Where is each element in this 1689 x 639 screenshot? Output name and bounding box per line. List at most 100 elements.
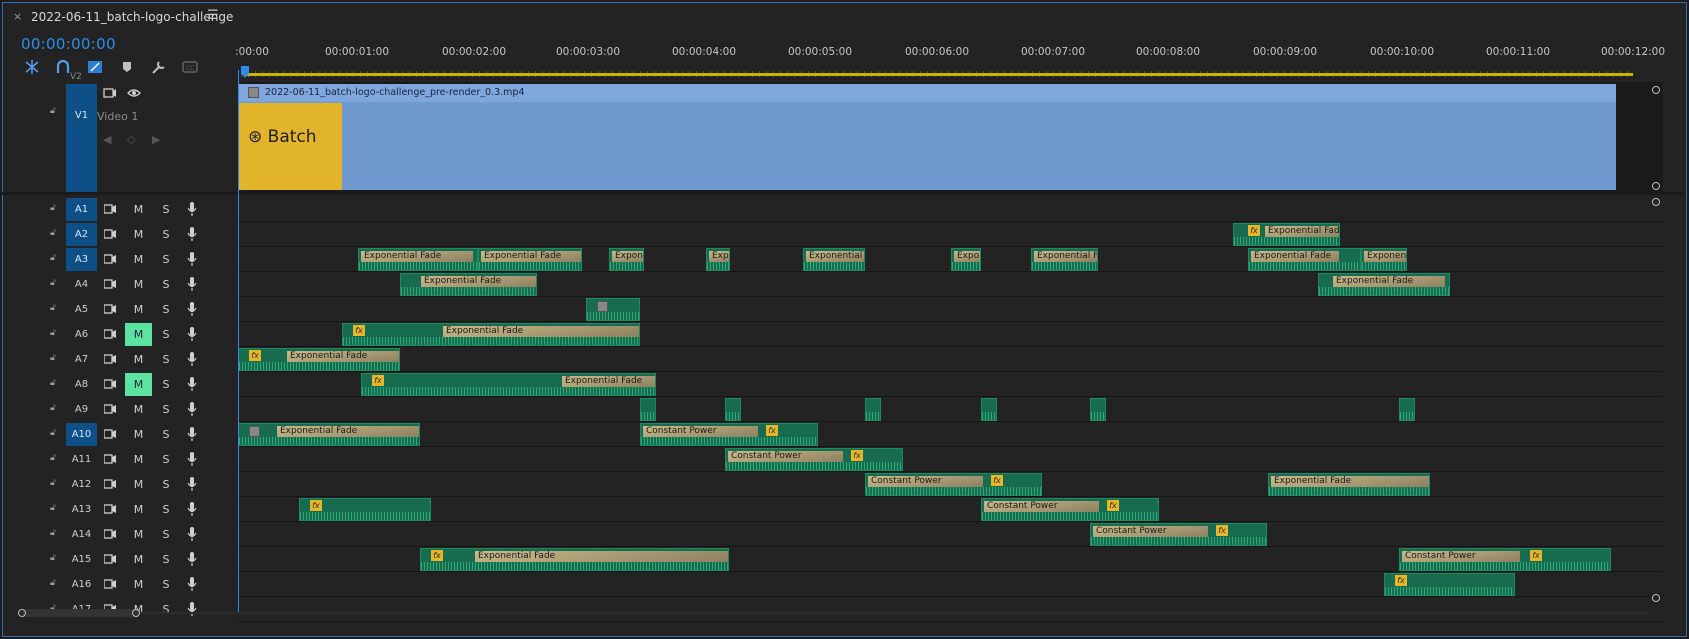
audio-clip[interactable]: fx Exponential Fade bbox=[420, 548, 729, 571]
microphone-icon[interactable] bbox=[187, 377, 197, 392]
mute-button[interactable]: M bbox=[125, 223, 152, 246]
track-target-a14[interactable]: A14 bbox=[66, 523, 97, 546]
track-target-a1[interactable]: A1 bbox=[66, 198, 97, 221]
exponential-fade-transition[interactable]: Exponential Fade bbox=[361, 251, 473, 262]
audio-clip[interactable]: Exponential Fade bbox=[1248, 248, 1361, 271]
track-target-a9[interactable]: A9 bbox=[66, 398, 97, 421]
scroll-thumb[interactable] bbox=[22, 609, 138, 617]
solo-button[interactable]: S bbox=[159, 498, 173, 521]
audio-clip[interactable] bbox=[1399, 398, 1415, 421]
mute-button[interactable]: M bbox=[125, 398, 152, 421]
audio-clip[interactable]: Constant Power fx bbox=[865, 473, 1042, 496]
prev-keyframe-icon[interactable]: ◀ bbox=[103, 133, 111, 146]
audio-clip[interactable]: Exponential Fa bbox=[1031, 248, 1098, 271]
microphone-icon[interactable] bbox=[187, 477, 197, 492]
track-target-a11[interactable]: A11 bbox=[66, 448, 97, 471]
zoom-handle-right[interactable] bbox=[132, 609, 140, 617]
audio-clip[interactable]: fx bbox=[299, 498, 431, 521]
sync-lock-icon[interactable] bbox=[104, 328, 116, 340]
fx-badge-icon[interactable]: fx bbox=[1248, 225, 1260, 236]
insert-overwrite-icon[interactable] bbox=[86, 59, 104, 75]
exponential-fade-transition[interactable]: Expo bbox=[709, 251, 729, 262]
sequence-tab-title[interactable]: 2022-06-11_batch-logo-challenge bbox=[31, 10, 233, 24]
fx-badge-icon[interactable]: fx bbox=[249, 350, 261, 361]
fx-badge-icon[interactable]: fx bbox=[1530, 550, 1542, 561]
solo-button[interactable]: S bbox=[159, 273, 173, 296]
captions-icon[interactable]: CC bbox=[181, 59, 199, 75]
audio-clip[interactable]: Expo bbox=[706, 248, 730, 271]
audio-clip[interactable]: Expone bbox=[951, 248, 981, 271]
track-target-a15[interactable]: A15 bbox=[66, 548, 97, 571]
exponential-fade-transition[interactable]: Exponential Fade bbox=[277, 426, 419, 437]
microphone-icon[interactable] bbox=[187, 277, 197, 292]
mute-button[interactable]: M bbox=[125, 573, 152, 596]
solo-button[interactable]: S bbox=[159, 548, 173, 571]
microphone-icon[interactable] bbox=[187, 452, 197, 467]
mute-button[interactable]: M bbox=[125, 273, 152, 296]
solo-button[interactable]: S bbox=[159, 223, 173, 246]
fx-badge-icon[interactable]: fx bbox=[851, 450, 863, 461]
video-scroll-bottom[interactable] bbox=[1652, 182, 1660, 190]
solo-button[interactable]: S bbox=[159, 348, 173, 371]
audio-clip[interactable]: fx bbox=[1384, 573, 1515, 596]
sync-lock-icon[interactable] bbox=[104, 453, 116, 465]
constant-power-transition[interactable]: Constant Power bbox=[984, 501, 1099, 512]
microphone-icon[interactable] bbox=[187, 252, 197, 267]
audio-clip[interactable]: Exponential Fade bbox=[358, 248, 478, 271]
microphone-icon[interactable] bbox=[187, 527, 197, 542]
lock-icon[interactable]: 🔓︎ bbox=[50, 454, 58, 463]
microphone-icon[interactable] bbox=[187, 402, 197, 417]
next-keyframe-icon[interactable]: ▶ bbox=[152, 133, 160, 146]
microphone-icon[interactable] bbox=[187, 427, 197, 442]
audio-clip[interactable] bbox=[865, 398, 881, 421]
playhead-timecode[interactable]: 00:00:00:00 bbox=[21, 35, 116, 53]
audio-clip[interactable] bbox=[640, 398, 656, 421]
sync-lock-icon[interactable] bbox=[104, 278, 116, 290]
audio-clip[interactable]: Constant Power fx bbox=[640, 423, 818, 446]
constant-power-transition[interactable]: Constant Power bbox=[728, 451, 843, 462]
audio-clip[interactable]: Exponential Fade bbox=[1318, 273, 1450, 296]
microphone-icon[interactable] bbox=[187, 552, 197, 567]
lock-icon[interactable]: 🔓︎ bbox=[50, 204, 58, 213]
mute-button[interactable]: M bbox=[125, 448, 152, 471]
audio-clip[interactable]: Constant Power fx bbox=[981, 498, 1159, 521]
lock-icon[interactable]: 🔓︎ bbox=[50, 254, 58, 263]
zoom-handle-left[interactable] bbox=[18, 609, 26, 617]
track-name-video-1[interactable]: Video 1 bbox=[97, 110, 138, 123]
snap-icon[interactable] bbox=[23, 59, 41, 75]
solo-button[interactable]: S bbox=[159, 373, 173, 396]
sync-lock-icon[interactable] bbox=[104, 478, 116, 490]
settings-icon[interactable] bbox=[150, 59, 168, 75]
track-target-a12[interactable]: A12 bbox=[66, 473, 97, 496]
solo-button[interactable]: S bbox=[159, 573, 173, 596]
lock-icon[interactable]: 🔓︎ bbox=[50, 304, 58, 313]
audio-clip[interactable]: Exponential Fade bbox=[238, 423, 420, 446]
audio-clip[interactable]: Exponential Fade bbox=[1268, 473, 1430, 496]
track-target-a3[interactable]: A3 bbox=[66, 248, 97, 271]
exponential-fade-transition[interactable]: Exponential Fade bbox=[1265, 226, 1339, 237]
sync-lock-icon[interactable] bbox=[104, 578, 116, 590]
audio-clip[interactable]: Exponentia bbox=[1361, 248, 1407, 271]
solo-button[interactable]: S bbox=[159, 448, 173, 471]
exponential-fade-transition[interactable]: Exponential Fade bbox=[806, 251, 864, 262]
fx-badge-icon[interactable]: fx bbox=[991, 475, 1003, 486]
video-scroll-top[interactable] bbox=[1652, 86, 1660, 94]
audio-clip[interactable]: Exponential Fade bbox=[803, 248, 865, 271]
lock-icon[interactable]: 🔓︎ bbox=[50, 106, 56, 116]
solo-button[interactable]: S bbox=[159, 298, 173, 321]
mute-button[interactable]: M bbox=[125, 523, 152, 546]
work-area-bar[interactable] bbox=[245, 73, 1633, 76]
lock-icon[interactable]: 🔓︎ bbox=[50, 404, 58, 413]
sync-lock-icon[interactable] bbox=[104, 353, 116, 365]
solo-button[interactable]: S bbox=[159, 198, 173, 221]
solo-button[interactable]: S bbox=[159, 398, 173, 421]
lock-icon[interactable]: 🔓︎ bbox=[50, 479, 58, 488]
sync-lock-icon[interactable] bbox=[103, 87, 117, 99]
audio-scroll-bottom[interactable] bbox=[1652, 594, 1660, 602]
audio-clip[interactable] bbox=[725, 398, 741, 421]
exponential-fade-transition[interactable]: Exponential Fade bbox=[475, 551, 728, 562]
sync-lock-icon[interactable] bbox=[104, 503, 116, 515]
lock-icon[interactable]: 🔓︎ bbox=[50, 229, 58, 238]
audio-clip[interactable]: Constant Power fx bbox=[1399, 548, 1611, 571]
audio-clip[interactable] bbox=[586, 298, 640, 321]
